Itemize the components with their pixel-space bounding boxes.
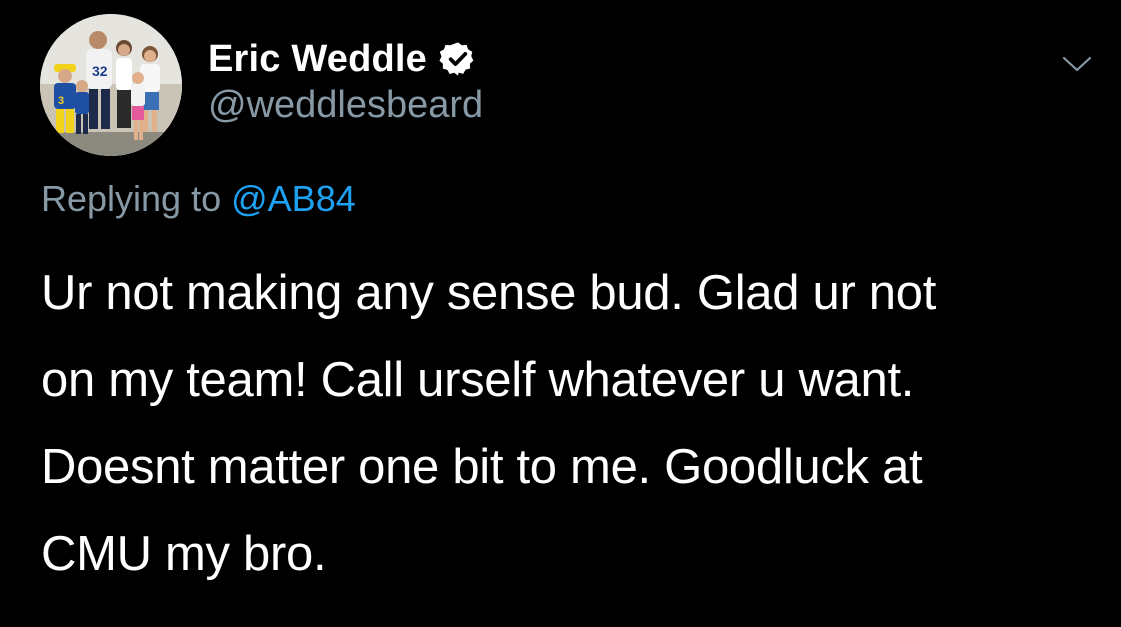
author-handle[interactable]: @weddlesbeard	[208, 84, 483, 127]
reply-mention-link[interactable]: @AB84	[231, 178, 356, 219]
tweet-card: 32 3 Eric Weddle @weddlesbeard Replying …	[0, 0, 1121, 627]
svg-text:3: 3	[58, 95, 64, 107]
replying-to-line: Replying to @AB84	[41, 178, 356, 220]
author-name-row: Eric Weddle	[208, 36, 477, 82]
author-avatar[interactable]: 32 3	[40, 14, 182, 156]
svg-text:32: 32	[92, 63, 108, 79]
author-display-name[interactable]: Eric Weddle	[208, 38, 427, 81]
tweet-body-text: Ur not making any sense bud. Glad ur not…	[41, 266, 937, 581]
profile-photo-family-icon: 32 3	[40, 14, 182, 156]
verified-badge-icon	[439, 40, 477, 78]
replying-to-label: Replying to	[41, 178, 222, 219]
chevron-down-icon[interactable]	[1058, 50, 1096, 76]
